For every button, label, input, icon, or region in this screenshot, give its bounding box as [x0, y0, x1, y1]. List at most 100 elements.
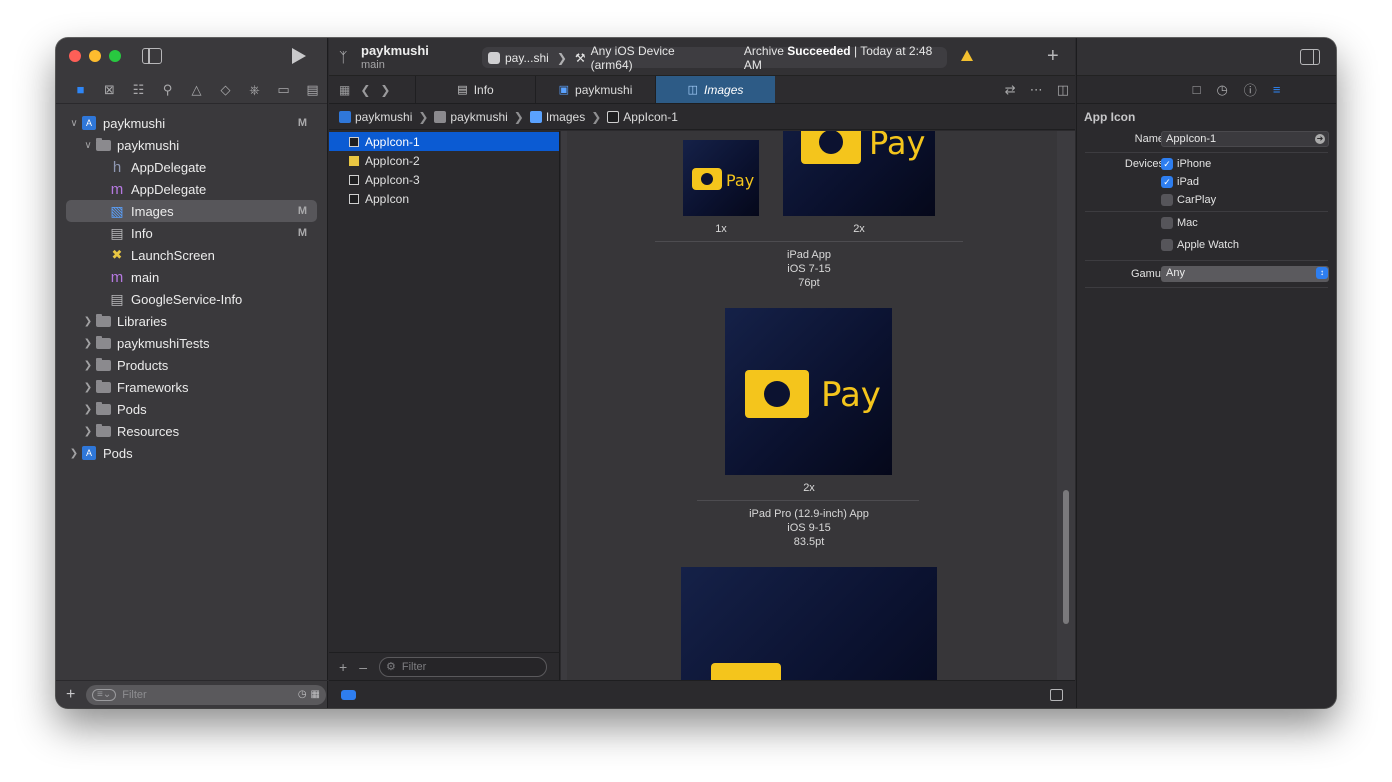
navigator-item-libraries[interactable]: ❯ Libraries: [56, 310, 327, 332]
asset-set-label: AppIcon-2: [365, 153, 420, 168]
minimize-window-button[interactable]: [89, 50, 101, 62]
tab-images[interactable]: ◫ Images: [655, 76, 775, 103]
source-control-navigator-icon[interactable]: ⊠: [95, 80, 124, 100]
project-icon: ▣: [558, 84, 570, 96]
chevron-right-icon[interactable]: ❯: [82, 338, 94, 349]
navigator-item-main[interactable]: m main: [56, 266, 327, 288]
breadcrumb-appicon[interactable]: AppIcon-1: [607, 110, 678, 124]
app-scheme-icon: [488, 51, 500, 64]
ipad-app-1x-icon-slot[interactable]: Pay: [683, 140, 759, 216]
quick-help-question-icon[interactable]: ⓘ: [1244, 80, 1257, 99]
chevron-right-icon[interactable]: ❯: [82, 382, 94, 393]
asset-set-appicon-3[interactable]: AppIcon-3: [329, 170, 559, 189]
scheme-name: pay...shi: [505, 50, 549, 65]
asset-filter-field[interactable]: ⚙ Filter: [378, 656, 547, 677]
report-navigator-list-icon[interactable]: ▤: [298, 80, 327, 100]
checkbox-label: Apple Watch: [1177, 239, 1239, 251]
checkbox-mac[interactable]: [1161, 217, 1173, 229]
branch-icon[interactable]: ᛉ: [339, 49, 353, 65]
asset-set-appicon-1[interactable]: AppIcon-1: [329, 132, 559, 151]
app-store-icon-slot[interactable]: [681, 567, 937, 680]
run-button[interactable]: [292, 48, 306, 64]
ipad-pro-2x-icon-slot[interactable]: Pay: [725, 308, 892, 475]
add-file-plus-icon[interactable]: +: [66, 686, 80, 704]
destination-selector[interactable]: ⚒ Any iOS Device (arm64): [569, 44, 722, 72]
find-navigator-search-icon[interactable]: ⚲: [153, 80, 182, 100]
navigator-item-appdelegate[interactable]: m AppDelegate: [56, 178, 327, 200]
left-sidebar-toggle-icon[interactable]: [142, 48, 162, 64]
navigator-item-pods[interactable]: ❯ A Pods: [56, 442, 327, 464]
breadcrumb-assets[interactable]: Images: [529, 110, 585, 124]
tab-paykmushi[interactable]: ▣ paykmushi: [535, 76, 655, 103]
filter-options-icon[interactable]: ≡⌄: [92, 688, 117, 701]
test-navigator-diamond-icon[interactable]: ◇: [211, 80, 240, 100]
navigator-item-images[interactable]: ▧ Images M: [66, 200, 317, 222]
debug-navigator-spray-icon[interactable]: ⎈: [240, 80, 269, 100]
scheme-selector[interactable]: pay...shi: [482, 51, 555, 65]
file-inspector-document-icon[interactable]: □: [1193, 82, 1201, 97]
forward-chevron-icon[interactable]: ❯: [380, 83, 390, 97]
navigator-item-paykmushi[interactable]: ∨ Apaykmushi M: [56, 112, 327, 134]
asset-canvas[interactable]: Pay Pay 1x 2x iPad App iOS 7-15 76pt Pay…: [561, 131, 1075, 680]
chevron-right-icon[interactable]: ❯: [82, 404, 94, 415]
vertical-scrollbar[interactable]: [1063, 490, 1069, 624]
warning-icon[interactable]: [961, 50, 973, 61]
name-label: Name: [1134, 133, 1164, 145]
more-options-icon[interactable]: ⋯: [1030, 82, 1043, 98]
remove-asset-minus-icon[interactable]: –: [359, 659, 367, 675]
symbol-navigator-icon[interactable]: ☷: [124, 80, 153, 100]
navigator-filter-field[interactable]: ≡⌄ Filter ◷ ▦: [86, 684, 326, 705]
chevron-right-icon[interactable]: ❯: [82, 426, 94, 437]
recent-files-clock-icon[interactable]: ◷: [298, 689, 307, 700]
gamut-select[interactable]: Any ↕: [1161, 266, 1329, 282]
ipad-app-2x-icon-slot[interactable]: Pay: [783, 131, 935, 216]
navigator-item-launchscreen[interactable]: ✖ LaunchScreen: [56, 244, 327, 266]
asset-set-appicon[interactable]: AppIcon: [329, 189, 559, 208]
arrow-right-circle-icon[interactable]: ➜: [1315, 134, 1325, 144]
split-editor-icon[interactable]: ◫: [1057, 82, 1069, 98]
navigator-item-products[interactable]: ❯ Products: [56, 354, 327, 376]
back-chevron-icon[interactable]: ❮: [360, 83, 370, 97]
activity-status[interactable]: Archive Succeeded | Today at 2:48 AM: [744, 44, 947, 72]
swap-arrows-icon[interactable]: ⇄: [1005, 82, 1016, 98]
navigator-item-resources[interactable]: ❯ Resources: [56, 420, 327, 442]
navigator-item-info[interactable]: ▤ Info M: [56, 222, 327, 244]
asset-set-appicon-2[interactable]: AppIcon-2: [329, 151, 559, 170]
name-field[interactable]: AppIcon-1 ➜: [1161, 131, 1329, 147]
checkbox-ipad[interactable]: ✓: [1161, 176, 1173, 188]
breadcrumb-project[interactable]: paykmushi: [339, 110, 412, 124]
navigator-item-label: Info: [131, 225, 153, 241]
tab-info[interactable]: ▤ Info: [415, 76, 535, 103]
history-inspector-clock-icon[interactable]: ◷: [1216, 82, 1227, 98]
chevron-down-icon[interactable]: ∨: [82, 140, 94, 151]
checkbox-iphone[interactable]: ✓: [1161, 158, 1173, 170]
chevron-down-icon[interactable]: ∨: [68, 118, 80, 129]
breakpoint-navigator-tag-icon[interactable]: ▭: [269, 80, 298, 100]
navigator-item-pods[interactable]: ❯ Pods: [56, 398, 327, 420]
chevron-right-icon[interactable]: ❯: [82, 316, 94, 327]
add-asset-plus-icon[interactable]: +: [339, 659, 347, 675]
right-sidebar-toggle-icon[interactable]: [1300, 49, 1320, 65]
close-window-button[interactable]: [69, 50, 81, 62]
checkbox-apple-watch[interactable]: [1161, 239, 1173, 251]
navigator-item-frameworks[interactable]: ❯ Frameworks: [56, 376, 327, 398]
editor-options: ⇄ ⋯ ◫: [1005, 76, 1069, 104]
issue-navigator-warning-icon[interactable]: △: [182, 80, 211, 100]
chevron-right-icon[interactable]: ❯: [82, 360, 94, 371]
attributes-inspector-sliders-icon[interactable]: ≡: [1273, 82, 1281, 97]
add-editor-plus-icon[interactable]: +: [1047, 45, 1059, 68]
zoom-window-button[interactable]: [109, 50, 121, 62]
related-items-grid-icon[interactable]: ▦: [339, 83, 350, 97]
project-navigator-folder-icon[interactable]: ■: [66, 80, 95, 100]
breakpoint-toggle-icon[interactable]: [341, 690, 356, 700]
checkbox-carplay[interactable]: [1161, 194, 1173, 206]
navigator-item-googleservice-info[interactable]: ▤ GoogleService-Info: [56, 288, 327, 310]
show-debug-area-icon[interactable]: [1050, 689, 1063, 701]
navigator-toolbar: [56, 38, 327, 76]
navigator-item-paykmushitests[interactable]: ❯ paykmushiTests: [56, 332, 327, 354]
navigator-item-appdelegate[interactable]: h AppDelegate: [56, 156, 327, 178]
navigator-item-paykmushi[interactable]: ∨ paykmushi: [56, 134, 327, 156]
source-control-filter-icon[interactable]: ▦: [311, 689, 320, 700]
breadcrumb-folder[interactable]: paykmushi: [434, 110, 508, 124]
chevron-right-icon[interactable]: ❯: [68, 448, 80, 459]
